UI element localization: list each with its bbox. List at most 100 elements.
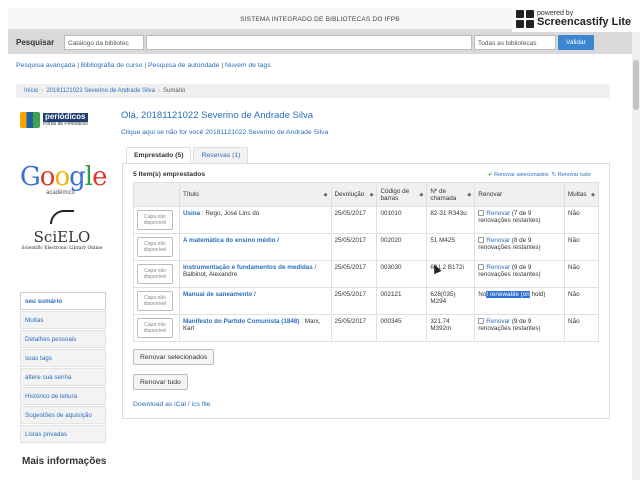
renew-checkbox[interactable] [478, 318, 485, 324]
barcode: 000345 [376, 314, 428, 342]
renew-all-button[interactable]: Renovar tudo [133, 374, 188, 390]
nav-purchase-suggestions[interactable]: Sugestões de aquisição [20, 406, 106, 424]
scielo-wordmark: SciELO [33, 228, 91, 246]
renew-selected-button[interactable]: Renovar selecionados [133, 349, 215, 365]
tag-cloud-link[interactable]: Nuvem de tags [225, 62, 271, 69]
breadcrumb-user[interactable]: 20181121022 Severino de Andrade Silva [46, 88, 155, 94]
search-bar: Pesquisar Catálogo da bibliotec Todas as… [8, 30, 632, 54]
nav-personal-details[interactable]: Detalhes pessoais [20, 330, 106, 348]
col-call-number-label: Nº de chamada [430, 187, 457, 202]
col-title-label: Título [182, 191, 199, 198]
library-select[interactable]: Todas as bibliotecas [474, 34, 556, 50]
not-renewable-note: Not renewable (on hold) [474, 287, 566, 315]
renew-selected-link[interactable]: Renovar selecionados [494, 172, 548, 178]
checked-out-count: 5 Item(s) emprestados [133, 171, 206, 178]
user-menu: seu sumário Multas Detalhes pessoais sua… [20, 292, 106, 444]
nav-reading-history[interactable]: Histórico de leitura [20, 387, 106, 405]
cover-unavailable[interactable]: Capa não disponível [137, 210, 173, 230]
check-icon: ✔ [488, 172, 493, 178]
item-title-link[interactable]: Instrumentação e fundamentos de medidas [183, 264, 313, 271]
col-fines[interactable]: Multas ◆ [564, 182, 599, 207]
renew-all-link[interactable]: Renovar tudo [558, 172, 591, 178]
barcode: 003030 [376, 260, 428, 288]
ical-download-link[interactable]: Download as iCal / ics file [133, 401, 210, 408]
sort-icon: ◆ [323, 192, 328, 198]
nav-summary[interactable]: seu sumário [20, 292, 106, 310]
screencastify-watermark: powered by Screencastify Lite [512, 6, 640, 32]
table-header-row: Título ◆ Devolução ◆ Código de barras ◆ Nº … [133, 182, 599, 207]
course-bibliography-link[interactable]: Bibliografia de curso [81, 62, 143, 69]
col-renew: Renovar [474, 182, 566, 207]
fines: Não [564, 233, 599, 261]
call-number: 51 M425 [426, 233, 476, 261]
call-number: 628(035) M294 [426, 287, 476, 315]
col-due-label: Devolução [334, 191, 365, 198]
scielo-subtitle: Scientific Electronic Library Online [21, 246, 103, 251]
item-author: : Rego, José Lins do [200, 210, 260, 217]
advanced-search-link[interactable]: Pesquisa avançada [16, 62, 75, 69]
catalog-select[interactable]: Catálogo da bibliotec [64, 34, 144, 50]
breadcrumb-current: Sumário [163, 88, 186, 94]
not-you-link[interactable]: Clique aqui se não for você 20181121022 … [121, 129, 328, 136]
sidebar: periódicos Portal de Periódicos Google a… [16, 102, 108, 251]
cover-unavailable[interactable]: Capa não disponível [137, 291, 173, 311]
renew-link[interactable]: Renovar [486, 264, 510, 271]
search-submit-button[interactable]: Validar [558, 34, 594, 50]
col-title[interactable]: Título ◆ [178, 182, 332, 207]
search-input[interactable] [146, 34, 472, 50]
renew-link[interactable]: Renovar [486, 237, 510, 244]
cover-unavailable[interactable]: Capa não disponível [137, 237, 173, 257]
google-scholar-logo[interactable]: Google acadêmico [20, 164, 108, 196]
nav-tags[interactable]: suas tags [20, 349, 106, 367]
more-info-heading: Mais informações [22, 456, 107, 467]
col-barcode-label: Código de barras [380, 187, 410, 202]
renew-checkbox[interactable] [478, 264, 485, 270]
col-barcode[interactable]: Código de barras ◆ [376, 182, 428, 207]
renew-all-icon: ↻ [551, 172, 557, 178]
barcode: 001010 [376, 206, 428, 234]
call-number: 82-31 R343u [426, 206, 476, 234]
col-fines-label: Multas [568, 191, 587, 198]
sort-icon: ◆ [467, 192, 472, 198]
nav-change-password[interactable]: altere sua senha [20, 368, 106, 386]
renew-link[interactable]: Renovar [486, 210, 510, 217]
tab-holds[interactable]: Reservas (1) [193, 147, 249, 163]
due-date: 25/05/2017 [330, 287, 378, 315]
cover-unavailable[interactable]: Capa não disponível [137, 318, 173, 338]
authority-search-link[interactable]: Pesquisa de autoridade [148, 62, 219, 69]
bulk-renew-links: ✔ Renovar selecionados ↻ Renovar tudo [488, 172, 591, 178]
fines: Não [564, 260, 599, 288]
cover-unavailable[interactable]: Capa não disponível [137, 264, 173, 284]
col-call-number[interactable]: Nº de chamada ◆ [426, 182, 476, 207]
item-title-link[interactable]: Manual de saneamento / [183, 291, 256, 298]
loans-table: Título ◆ Devolução ◆ Código de barras ◆ Nº … [133, 182, 599, 342]
greeting-heading: Olá, 20181121022 Severino de Andrade Sil… [121, 110, 314, 121]
col-due[interactable]: Devolução ◆ [330, 182, 378, 207]
due-date: 25/05/2017 [330, 314, 378, 342]
periodicos-subtitle: Portal de Periódicos [43, 120, 88, 127]
scielo-logo[interactable]: SciELO Scientific Electronic Library Onl… [16, 210, 108, 251]
tab-checked-out[interactable]: Emprestado (5) [126, 147, 192, 163]
item-title-link[interactable]: Usina [183, 210, 200, 217]
scielo-curve-icon [50, 210, 74, 224]
item-title-link[interactable]: Manifesto do Partido Comunista (1848) [183, 318, 300, 325]
renew-checkbox[interactable] [478, 237, 485, 243]
renew-checkbox[interactable] [478, 210, 485, 216]
table-row: Capa não disponível Usina : Rego, José L… [133, 206, 599, 234]
table-row: Capa não disponível A matemática do ensi… [133, 233, 599, 261]
scrollbar-thumb[interactable] [633, 60, 639, 110]
breadcrumb-home[interactable]: Início [24, 88, 38, 94]
nav-private-lists[interactable]: Listas privadas [20, 425, 106, 443]
col-renew-label: Renovar [478, 191, 503, 198]
due-date: 25/05/2017 [330, 206, 378, 234]
periodicos-mark-icon [20, 112, 40, 128]
item-title-link[interactable]: A matemática do ensino médio / [183, 237, 279, 244]
due-date: 25/05/2017 [330, 233, 378, 261]
search-label: Pesquisar [16, 37, 55, 47]
periodicos-logo[interactable]: periódicos Portal de Periódicos [20, 106, 108, 134]
loan-tabs: Emprestado (5) Reservas (1) [126, 147, 250, 163]
fines: Não [564, 206, 599, 234]
nav-fines[interactable]: Multas [20, 311, 106, 329]
renew-link[interactable]: Renovar [486, 318, 510, 325]
not-renewable-suffix: hold) [529, 291, 546, 298]
